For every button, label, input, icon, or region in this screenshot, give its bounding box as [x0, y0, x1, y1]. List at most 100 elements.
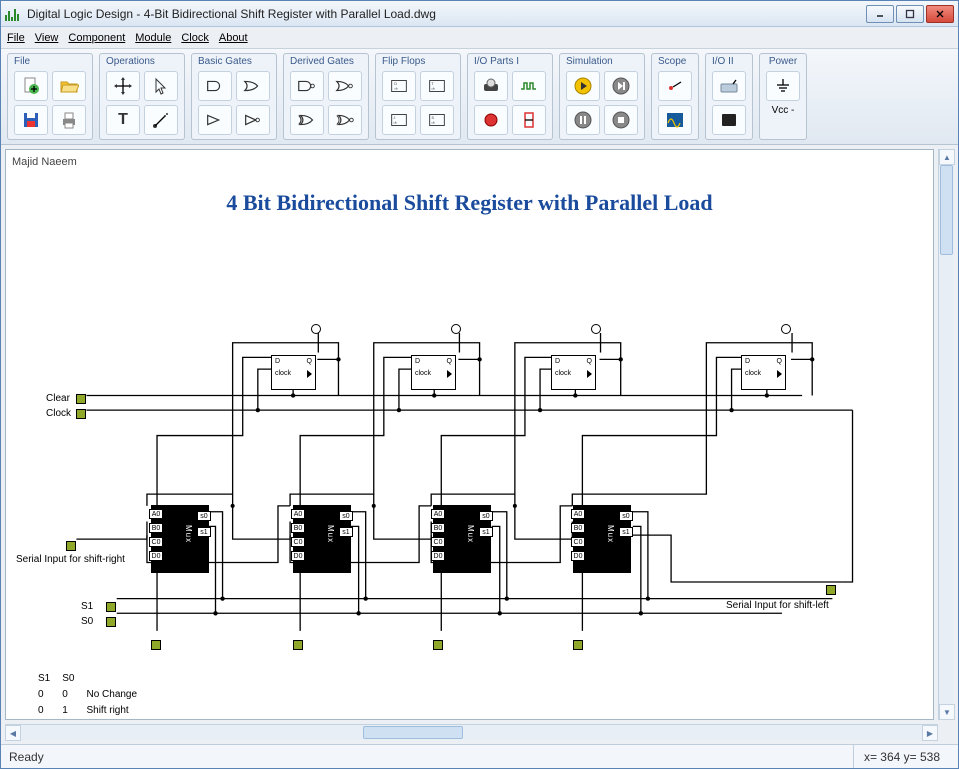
author-label: Majid Naeem	[12, 156, 77, 168]
menu-component[interactable]: Component	[68, 32, 125, 44]
probe-button[interactable]	[658, 71, 692, 101]
svg-text:clk: clk	[432, 87, 436, 91]
svg-text:clk: clk	[394, 121, 398, 125]
svg-text:D: D	[394, 82, 397, 86]
port-s0[interactable]	[106, 617, 116, 627]
and-gate-button[interactable]	[198, 71, 232, 101]
port-serial-right[interactable]	[66, 541, 76, 551]
wire-tool-button[interactable]	[144, 105, 178, 135]
port-d2[interactable]	[433, 640, 443, 650]
keyboard-button[interactable]	[712, 71, 746, 101]
xor-gate-button[interactable]	[290, 105, 324, 135]
port-d3[interactable]	[573, 640, 583, 650]
ground-button[interactable]	[766, 71, 800, 101]
port-d0[interactable]	[151, 640, 161, 650]
nor-gate-button[interactable]	[328, 71, 362, 101]
vscroll-thumb[interactable]	[940, 165, 953, 255]
dff-4[interactable]: DQclock	[741, 355, 786, 390]
clock-gen-button[interactable]	[512, 71, 546, 101]
scope-button[interactable]	[658, 105, 692, 135]
dff-1[interactable]: DQclock	[271, 355, 316, 390]
open-button[interactable]	[52, 71, 86, 101]
port-clear[interactable]	[76, 394, 86, 404]
group-ff-title: Flip Flops	[382, 56, 454, 69]
led-button[interactable]	[474, 105, 508, 135]
menu-clock[interactable]: Clock	[181, 32, 209, 44]
scroll-up-button[interactable]: ▲	[939, 149, 955, 165]
window-title: Digital Logic Design - 4-Bit Bidirection…	[27, 7, 864, 21]
horizontal-scrollbar[interactable]: ◀ ▶	[5, 724, 938, 740]
new-file-button[interactable]	[14, 71, 48, 101]
truth-table: S1S0 00No Change 01Shift right 10Shift l…	[36, 670, 157, 720]
scroll-left-button[interactable]: ◀	[5, 725, 21, 741]
vertical-scrollbar[interactable]: ▲ ▼	[938, 149, 954, 720]
label-s0: S0	[81, 616, 93, 627]
group-operations: Operations T	[99, 53, 185, 140]
port-d1[interactable]	[293, 640, 303, 650]
or-gate-button[interactable]	[236, 71, 270, 101]
menu-view[interactable]: View	[35, 32, 59, 44]
menu-module[interactable]: Module	[135, 32, 171, 44]
step-button[interactable]	[604, 71, 638, 101]
group-file: File	[7, 53, 93, 140]
buffer-gate-button[interactable]	[198, 105, 232, 135]
group-scope: Scope	[651, 53, 699, 140]
maximize-button[interactable]	[896, 5, 924, 23]
move-tool-button[interactable]	[106, 71, 140, 101]
svg-text:clk: clk	[432, 121, 436, 125]
mux-1[interactable]: A0B0C0D0 s0s1 Mux	[151, 505, 209, 573]
jkff-button[interactable]: Jclk	[382, 105, 416, 135]
minimize-button[interactable]	[866, 5, 894, 23]
tff-button[interactable]: Tclk	[420, 71, 454, 101]
label-serial-left: Serial Input for shift-left	[726, 600, 829, 611]
close-button[interactable]	[926, 5, 954, 23]
canvas[interactable]: Majid Naeem 4 Bit Bidirectional Shift Re…	[5, 149, 934, 720]
nand-gate-button[interactable]	[290, 71, 324, 101]
svg-text:T: T	[432, 82, 435, 86]
play-button[interactable]	[566, 71, 600, 101]
toolbar: File Operations T	[1, 49, 958, 145]
label-s1: S1	[81, 601, 93, 612]
status-bar: Ready x= 364 y= 538	[1, 744, 958, 768]
select-tool-button[interactable]	[144, 71, 178, 101]
group-power-title: Power	[769, 56, 797, 69]
print-button[interactable]	[52, 105, 86, 135]
mux-2[interactable]: A0B0C0D0 s0s1 Mux	[293, 505, 351, 573]
dff-2[interactable]: DQclock	[411, 355, 456, 390]
dff-3[interactable]: DQclock	[551, 355, 596, 390]
xnor-gate-button[interactable]	[328, 105, 362, 135]
port-serial-left[interactable]	[826, 585, 836, 595]
port-clock[interactable]	[76, 409, 86, 419]
save-button[interactable]	[14, 105, 48, 135]
dff-button[interactable]: Dclk	[382, 71, 416, 101]
display-button[interactable]	[712, 105, 746, 135]
circuit-diagram: DQclock DQclock DQclock DQclock A0B0C0D0	[26, 250, 913, 709]
switch-button[interactable]	[474, 71, 508, 101]
group-basic-title: Basic Gates	[198, 56, 270, 69]
mux-3[interactable]: A0B0C0D0 s0s1 Mux	[433, 505, 491, 573]
group-io2-title: I/O II	[712, 56, 746, 69]
text-tool-button[interactable]: T	[106, 105, 140, 135]
stop-button[interactable]	[604, 105, 638, 135]
scroll-right-button[interactable]: ▶	[922, 725, 938, 741]
output-bubble-4	[781, 324, 791, 334]
status-ready: Ready	[9, 750, 44, 764]
group-io1-title: I/O Parts I	[474, 56, 546, 69]
menu-bar: File View Component Module Clock About	[1, 27, 958, 49]
group-derived-gates: Derived Gates	[283, 53, 369, 140]
svg-text:S: S	[432, 116, 435, 120]
srff-button[interactable]: Sclk	[420, 105, 454, 135]
group-power: Power Vcc -	[759, 53, 807, 140]
not-gate-button[interactable]	[236, 105, 270, 135]
group-simulation: Simulation	[559, 53, 645, 140]
app-icon	[5, 7, 21, 21]
7seg-button[interactable]	[512, 105, 546, 135]
menu-file[interactable]: File	[7, 32, 25, 44]
scroll-down-button[interactable]: ▼	[939, 704, 955, 720]
mux-4[interactable]: A0B0C0D0 s0s1 Mux	[573, 505, 631, 573]
hscroll-thumb[interactable]	[363, 726, 463, 739]
menu-about[interactable]: About	[219, 32, 248, 44]
group-basic-gates: Basic Gates	[191, 53, 277, 140]
pause-button[interactable]	[566, 105, 600, 135]
port-s1[interactable]	[106, 602, 116, 612]
